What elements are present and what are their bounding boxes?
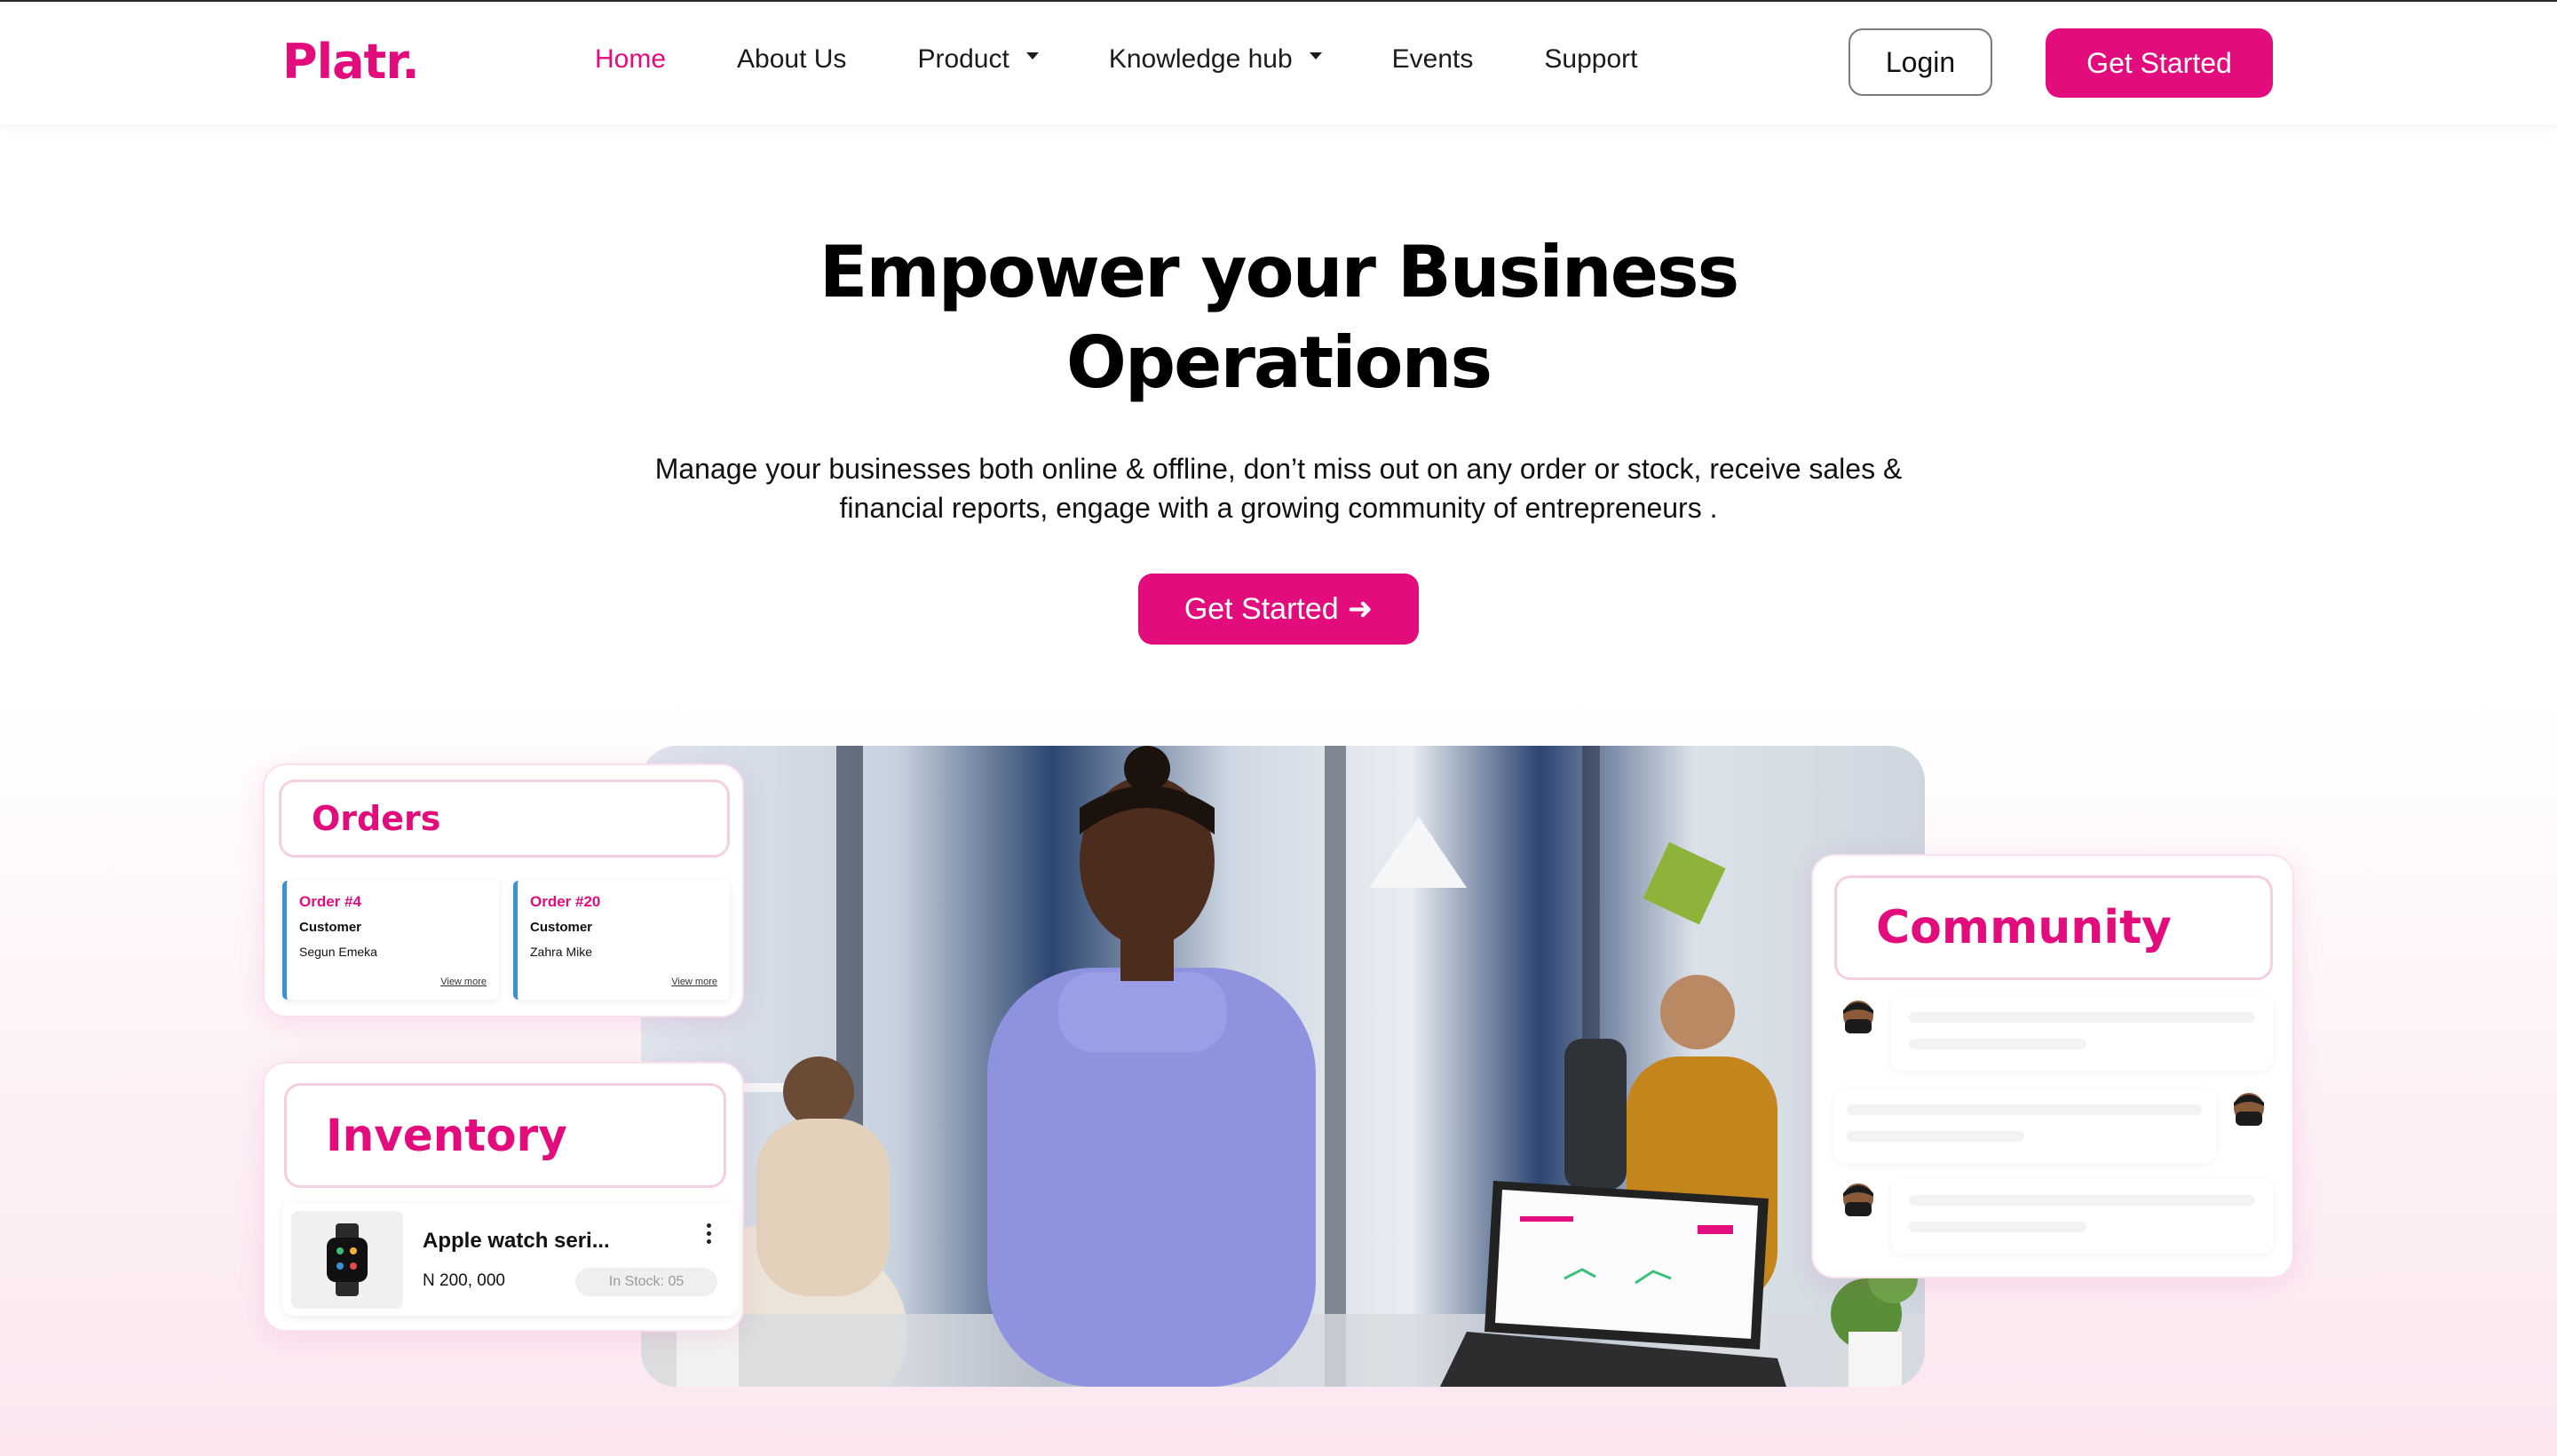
order-view-more-link[interactable]: View more [671, 977, 717, 987]
nav-knowledge-hub-dropdown[interactable]: Knowledge hub [1108, 44, 1322, 75]
nav-about-us-label: About Us [737, 44, 847, 74]
hero-title: Empower your Business Operations [746, 227, 1811, 408]
avatar-icon [1843, 1183, 1873, 1216]
get-started-nav-button[interactable]: Get Started [2046, 28, 2273, 98]
avatar-icon [2234, 1093, 2264, 1126]
hero-subtitle: Manage your businesses both online & off… [604, 449, 1953, 527]
community-post-placeholder [1891, 996, 2273, 1071]
community-post-placeholder [1834, 1088, 2216, 1163]
hero-subtitle-line2: financial reports, engage with a growing… [839, 492, 1718, 524]
community-card-title: Community [1876, 901, 2172, 954]
hero-title-line2: Operations [1065, 321, 1492, 404]
hero-get-started-button[interactable]: Get Started ➜ [1138, 574, 1419, 645]
product-name: Apple watch seri... [423, 1229, 610, 1253]
nav-product-label: Product [917, 44, 1009, 74]
top-navbar: Platr. Home About Us Product Knowledge h… [0, 2, 2557, 124]
more-vertical-icon[interactable] [707, 1223, 716, 1247]
nav-events[interactable]: Events [1392, 44, 1474, 75]
order-customer-name: Segun Emeka [299, 945, 377, 959]
inventory-card-title: Inventory [326, 1110, 567, 1161]
platr-logo[interactable]: Platr. [282, 34, 420, 90]
community-card-header: Community [1834, 875, 2273, 980]
watch-icon [327, 1223, 368, 1296]
chevron-down-icon [1309, 51, 1322, 63]
order-item[interactable]: Order #4 Customer Segun Emeka View more [282, 881, 499, 1000]
nav-home[interactable]: Home [595, 44, 666, 75]
hero-title-line1: Empower your Business [819, 231, 1739, 313]
nav-links: Home About Us Product Knowledge hub Even… [595, 44, 1708, 75]
order-customer-name: Zahra Mike [530, 945, 593, 959]
order-title: Order #20 [530, 893, 601, 910]
nav-support-label: Support [1544, 44, 1638, 74]
order-item[interactable]: Order #20 Customer Zahra Mike View more [513, 881, 730, 1000]
nav-about-us[interactable]: About Us [737, 44, 846, 75]
nav-support[interactable]: Support [1544, 44, 1637, 75]
product-price: N 200, 000 [423, 1271, 505, 1290]
community-post-placeholder [1891, 1179, 2273, 1254]
order-view-more-link[interactable]: View more [440, 977, 487, 987]
inventory-card-header: Inventory [284, 1083, 726, 1188]
stock-badge: In Stock: 05 [575, 1268, 717, 1296]
order-customer-label: Customer [530, 920, 593, 935]
nav-events-label: Events [1391, 44, 1474, 74]
chevron-down-icon [1025, 51, 1039, 63]
inventory-item[interactable]: Apple watch seri... N 200, 000 In Stock:… [282, 1204, 739, 1316]
orders-card-title: Orders [312, 799, 441, 838]
nav-product-dropdown[interactable]: Product [917, 44, 1039, 75]
hero-subtitle-line1: Manage your businesses both online & off… [654, 453, 1903, 485]
nav-home-label: Home [595, 44, 667, 74]
orders-card-header: Orders [279, 779, 730, 858]
hero-office-photo [641, 746, 1925, 1387]
hero-cta-label: Get Started [1184, 591, 1339, 626]
orders-card: Orders Order #4 Customer Segun Emeka Vie… [263, 764, 744, 1017]
login-button[interactable]: Login [1848, 28, 1992, 96]
inventory-card: Inventory Apple watch seri... N 200, 000… [263, 1062, 744, 1332]
nav-knowledge-hub-label: Knowledge hub [1108, 44, 1293, 74]
order-title: Order #4 [299, 893, 361, 910]
arrow-right-icon: ➜ [1347, 592, 1373, 626]
product-thumbnail [291, 1211, 403, 1309]
community-card: Community [1811, 854, 2294, 1278]
avatar-icon [1843, 1001, 1873, 1033]
order-customer-label: Customer [299, 920, 362, 935]
